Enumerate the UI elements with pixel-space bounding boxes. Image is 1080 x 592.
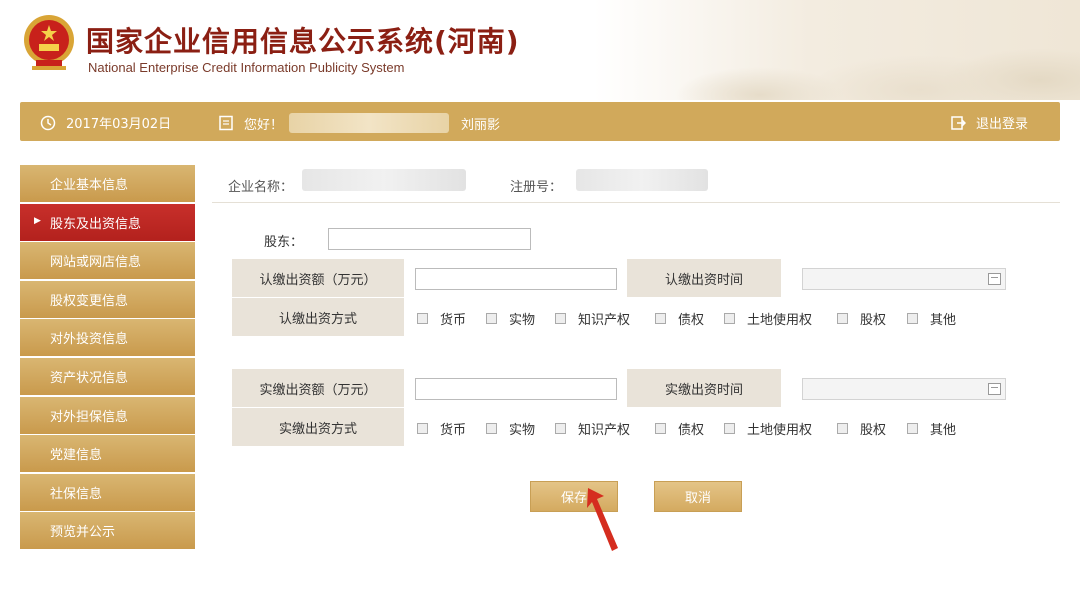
paid-method-options: 货币 实物 知识产权 债权 土地使用权 股权 其他 [417, 419, 956, 438]
sidebar-item-basic-info[interactable]: 企业基本信息 [20, 165, 195, 202]
user-name: 刘丽影 [461, 117, 501, 133]
checkbox-ip[interactable]: 知识产权 [555, 419, 655, 438]
site-subtitle: National Enterprise Credit Information P… [88, 60, 405, 75]
shareholder-label: 股东： [264, 235, 304, 250]
site-title: 国家企业信用信息公示系统(河南) [86, 25, 520, 58]
user-greeting: 您好！ 刘丽影 [218, 113, 500, 133]
main-content: 企业名称： 注册号： 股东： 认缴出资额（万元） 认缴出资时间 认缴出资方式 货… [212, 165, 1060, 545]
sidebar-item-investment[interactable]: 对外投资信息 [20, 319, 195, 357]
paid-section: 实缴出资额（万元） 实缴出资时间 实缴出资方式 货币 实物 知识产权 债权 土地… [232, 369, 1052, 446]
paid-time-input[interactable] [802, 378, 1006, 400]
checkbox-equity[interactable]: 股权 [837, 419, 907, 438]
checkbox-other[interactable]: 其他 [907, 309, 956, 328]
site-header: 国家企业信用信息公示系统(河南) National Enterprise Cre… [0, 0, 1080, 100]
company-info-row: 企业名称： 注册号： [212, 165, 1060, 203]
company-name-label: 企业名称： [228, 180, 294, 195]
paid-time-label: 实缴出资时间 [627, 369, 781, 407]
checkbox-currency[interactable]: 货币 [417, 309, 486, 328]
sidebar-item-assets[interactable]: 资产状况信息 [20, 357, 195, 395]
sidebar-item-preview-publish[interactable]: 预览并公示 [20, 512, 195, 550]
user-card-icon [219, 115, 233, 131]
national-emblem-icon [24, 15, 74, 70]
sidebar-item-label: 股权变更信息 [50, 293, 129, 309]
blurred-company-name [302, 169, 466, 191]
annotation-arrow-icon [587, 488, 618, 551]
sidebar-item-equity-change[interactable]: 股权变更信息 [20, 280, 195, 318]
paid-amount-input[interactable] [415, 378, 617, 400]
sidebar-item-label: 对外担保信息 [50, 409, 129, 425]
checkbox-other[interactable]: 其他 [907, 419, 956, 438]
logout-icon [951, 115, 966, 130]
sidebar-item-label: 党建信息 [50, 448, 103, 464]
subscribed-time-input[interactable] [802, 268, 1006, 290]
checkbox-in-kind[interactable]: 实物 [486, 419, 555, 438]
sidebar-item-label: 预览并公示 [50, 525, 116, 541]
sidebar-item-label: 股东及出资信息 [50, 216, 142, 232]
sidebar-item-social-security[interactable]: 社保信息 [20, 473, 195, 511]
greeting-label: 您好！ [244, 117, 284, 133]
checkbox-in-kind[interactable]: 实物 [486, 309, 555, 328]
sidebar-item-shareholder[interactable]: 股东及出资信息 [20, 203, 195, 241]
current-date: 2017年03月02日 [66, 117, 172, 132]
sidebar-item-guarantee[interactable]: 对外担保信息 [20, 396, 195, 434]
reg-no-label: 注册号： [510, 180, 563, 195]
sidebar-item-label: 社保信息 [50, 486, 103, 502]
sidebar-item-website[interactable]: 网站或网店信息 [20, 242, 195, 280]
clock-icon [40, 115, 56, 130]
subscribed-method-label: 认缴出资方式 [232, 298, 404, 336]
calendar-icon[interactable] [988, 383, 1001, 395]
cancel-button[interactable]: 取消 [654, 481, 742, 512]
subscribed-section: 认缴出资额（万元） 认缴出资时间 认缴出资方式 货币 实物 知识产权 债权 土地… [232, 259, 1052, 336]
checkbox-currency[interactable]: 货币 [417, 419, 486, 438]
subscribed-time-label: 认缴出资时间 [627, 259, 781, 297]
subscribed-amount-label: 认缴出资额（万元） [232, 259, 404, 297]
sidebar-item-label: 网站或网店信息 [50, 255, 142, 271]
user-info-bar: 2017年03月02日 您好！ 刘丽影 退出登录 [20, 102, 1060, 141]
header-background-hills [600, 0, 1080, 100]
blurred-user-info [289, 113, 450, 133]
sidebar-item-label: 企业基本信息 [50, 178, 129, 193]
logout-label: 退出登录 [976, 117, 1029, 132]
checkbox-debt[interactable]: 债权 [655, 309, 724, 328]
checkbox-land-use[interactable]: 土地使用权 [724, 309, 837, 328]
paid-method-label: 实缴出资方式 [232, 408, 404, 446]
sidebar-item-label: 资产状况信息 [50, 370, 129, 386]
paid-amount-label: 实缴出资额（万元） [232, 369, 404, 407]
checkbox-equity[interactable]: 股权 [837, 309, 907, 328]
shareholder-input[interactable] [328, 228, 531, 250]
sidebar-item-party[interactable]: 党建信息 [20, 435, 195, 473]
checkbox-ip[interactable]: 知识产权 [555, 309, 655, 328]
sidebar-nav: 企业基本信息 股东及出资信息 网站或网店信息 股权变更信息 对外投资信息 资产状… [20, 165, 195, 551]
date-display: 2017年03月02日 [40, 113, 171, 132]
logout-link[interactable]: 退出登录 [950, 113, 1028, 132]
checkbox-land-use[interactable]: 土地使用权 [724, 419, 837, 438]
subscribed-amount-input[interactable] [415, 268, 617, 290]
calendar-icon[interactable] [988, 273, 1001, 285]
blurred-reg-no [576, 169, 708, 191]
checkbox-debt[interactable]: 债权 [655, 419, 724, 438]
sidebar-item-label: 对外投资信息 [50, 332, 129, 348]
subscribed-method-options: 货币 实物 知识产权 债权 土地使用权 股权 其他 [417, 309, 956, 328]
